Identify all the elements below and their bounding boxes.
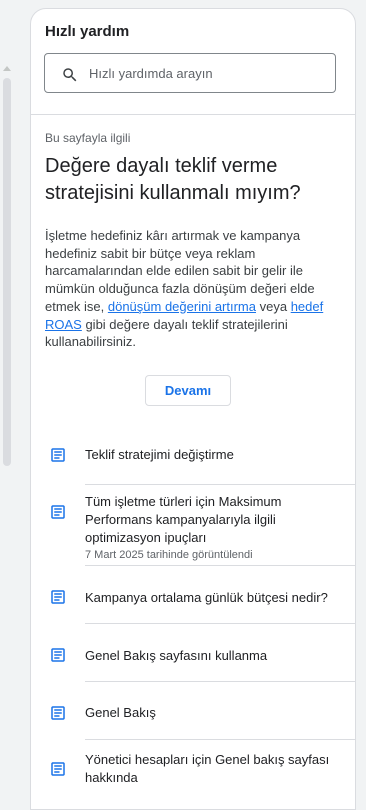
- search-icon: [63, 68, 77, 82]
- related-article-label[interactable]: Yönetici hesapları için Genel bakış sayf…: [85, 752, 329, 785]
- scrollbar[interactable]: [0, 0, 14, 793]
- related-article-label[interactable]: Genel Bakış: [85, 705, 156, 720]
- related-article-label[interactable]: Tüm işletme türleri için Maksimum Perfor…: [85, 494, 281, 545]
- search-input[interactable]: [89, 54, 329, 92]
- article-icon: [49, 646, 67, 664]
- article-body: İşletme hedefiniz kârı artırmak ve kampa…: [45, 227, 335, 351]
- list-divider: [85, 623, 355, 624]
- article-icon: [49, 760, 67, 778]
- link-increase-conversion-value[interactable]: dönüşüm değerini artırma: [108, 299, 256, 314]
- list-divider: [85, 739, 355, 740]
- more-button[interactable]: Devamı: [145, 375, 231, 406]
- list-divider: [85, 681, 355, 682]
- list-divider: [85, 565, 355, 566]
- article-body-text: veya: [256, 298, 291, 314]
- search-box[interactable]: [44, 53, 336, 93]
- article-body-text: gibi değere dayalı teklif stratejilerini…: [45, 316, 288, 350]
- list-divider: [85, 484, 355, 485]
- article-icon: [49, 446, 67, 464]
- article-icon: [49, 503, 67, 521]
- article-icon: [49, 588, 67, 606]
- related-article-label[interactable]: Teklif stratejimi değiştirme: [85, 447, 234, 462]
- divider: [31, 114, 355, 115]
- related-article-label[interactable]: Genel Bakış sayfasını kullanma: [85, 648, 267, 663]
- scroll-up-arrow-icon[interactable]: [3, 66, 11, 71]
- related-article-label[interactable]: Kampanya ortalama günlük bütçesi nedir?: [85, 590, 328, 605]
- scrollbar-thumb[interactable]: [3, 78, 11, 466]
- quick-help-panel: Hızlı yardım Bu sayfayla ilgili Değere d…: [30, 8, 356, 810]
- panel-title: Hızlı yardım: [45, 23, 130, 40]
- article-icon: [49, 704, 67, 722]
- section-label: Bu sayfayla ilgili: [45, 131, 131, 145]
- article-title: Değere dayalı teklif verme stratejisini …: [45, 155, 301, 204]
- viewed-date: 7 Mart 2025 tarihinde görüntülendi: [85, 549, 253, 561]
